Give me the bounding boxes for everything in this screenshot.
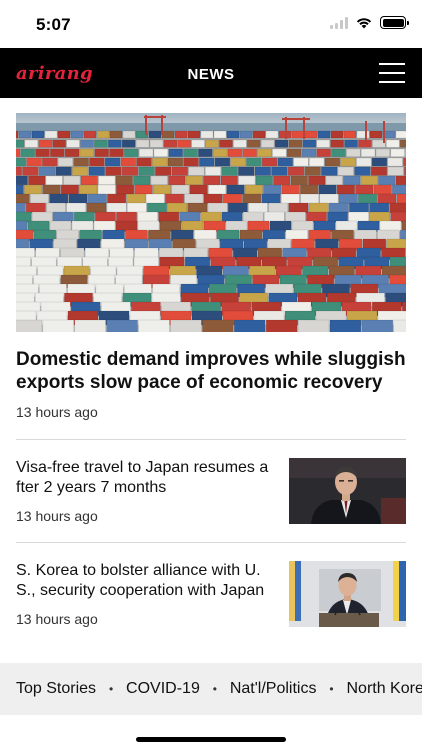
list-item[interactable]: S. Korea to bolster alliance with U.S., … <box>0 561 422 649</box>
status-icons <box>330 16 409 29</box>
cellular-signal-icon <box>330 16 348 29</box>
category-north-korea[interactable]: North Korea <box>346 680 422 698</box>
category-top-stories[interactable]: Top Stories <box>16 680 96 698</box>
battery-icon <box>380 16 409 29</box>
article-headline[interactable]: Visa-free travel to Japan resumes after … <box>16 458 272 498</box>
wifi-icon <box>356 18 372 29</box>
category-bar: Top Stories • COVID-19 • Nat'l/Politics … <box>0 663 422 715</box>
divider <box>16 542 406 543</box>
category-natl-politics[interactable]: Nat'l/Politics <box>230 680 317 698</box>
article-thumbnail[interactable] <box>289 458 406 524</box>
separator-dot: • <box>329 682 334 696</box>
page-title: NEWS <box>187 66 235 83</box>
hamburger-menu-icon[interactable] <box>379 63 405 83</box>
home-indicator <box>136 737 286 742</box>
category-covid-19[interactable]: COVID-19 <box>126 680 200 698</box>
hero-headline[interactable]: Domestic demand improves while sluggish … <box>16 348 408 394</box>
status-bar: 5:07 <box>0 0 422 48</box>
hero-image-shipping-containers[interactable] <box>16 113 406 332</box>
article-timestamp: 13 hours ago <box>16 611 98 627</box>
article-timestamp: 13 hours ago <box>16 508 98 524</box>
category-list: Top Stories • COVID-19 • Nat'l/Politics … <box>16 680 422 698</box>
divider <box>16 439 406 440</box>
app-header: arirang NEWS <box>0 48 422 98</box>
article-thumbnail[interactable] <box>289 561 406 627</box>
hero-timestamp: 13 hours ago <box>16 404 98 420</box>
separator-dot: • <box>108 682 114 696</box>
status-time: 5:07 <box>36 15 71 34</box>
list-item[interactable]: Visa-free travel to Japan resumes after … <box>0 458 422 546</box>
separator-dot: • <box>212 682 217 696</box>
article-headline[interactable]: S. Korea to bolster alliance with U.S., … <box>16 561 272 601</box>
